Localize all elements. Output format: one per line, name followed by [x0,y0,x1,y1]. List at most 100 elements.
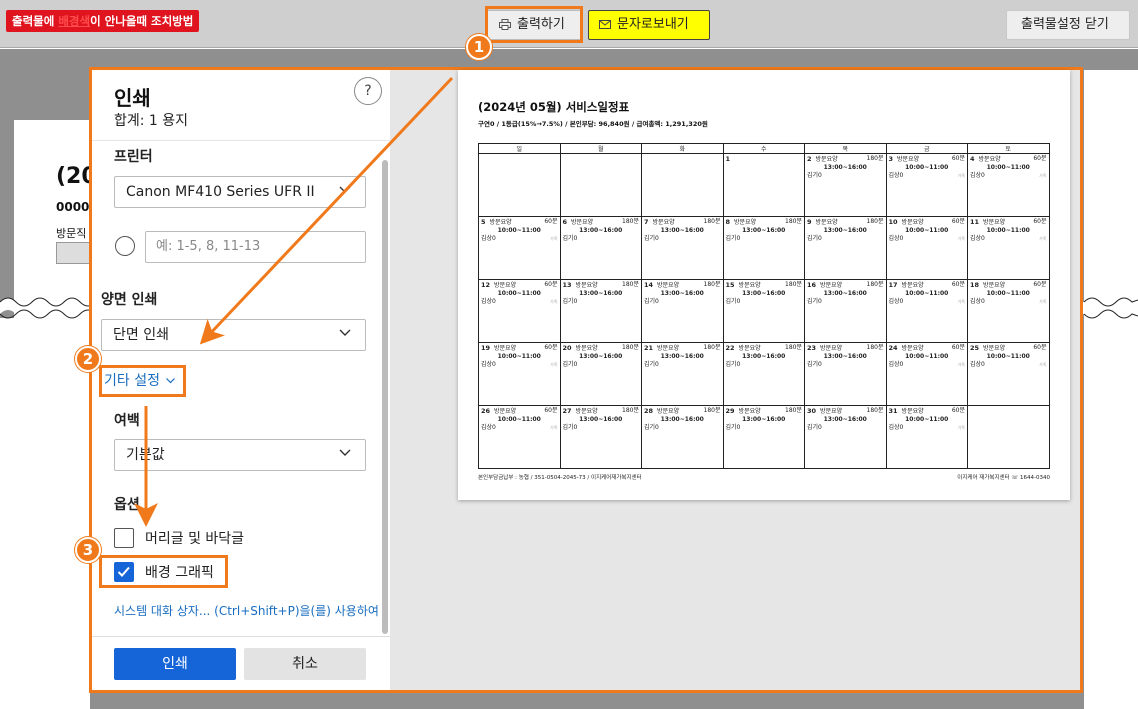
caregiver-name: 김기0 [644,297,659,305]
header-footer-checkbox[interactable] [114,528,134,548]
calendar-day-cell [641,153,724,217]
service-time: 10:00~11:00 [905,353,949,360]
service-type: 방문요양 [575,408,598,415]
caregiver-name: 김기0 [807,171,822,179]
cancel-button[interactable]: 취소 [244,648,366,680]
caregiver-row: 김상0 가족 [970,298,1047,306]
family-care-mark: 가족 [550,424,558,430]
background-page-number: 0000 [56,200,90,214]
step-2-badge: 2 [75,346,101,372]
calendar-day-cell: 28 방문요양 180분 13:00~16:00 김기0 [641,405,724,469]
day-number: 11 [970,218,980,226]
caregiver-name: 김상0 [888,297,904,305]
help-button[interactable]: ? [354,77,382,105]
service-minutes: 180분 [866,218,884,225]
caregiver-name: 김상0 [888,171,904,179]
service-type: 방문요양 [489,219,512,226]
day-number: 14 [644,281,654,289]
calendar-day-cell: 10 방문요양 60분 10:00~11:00 김상0 가족 [885,216,968,280]
header-divider [92,140,390,141]
calendar-day-cell: 16 방문요양 180분 13:00~16:00 김기0 [804,279,887,343]
calendar-day-cell: 15 방문요양 180분 13:00~16:00 김기0 [722,279,805,343]
send-sms-button[interactable]: 문자로보내기 [588,10,710,40]
background-color-help-link[interactable]: 출력물에 배경색이 안나올때 조치방법 [6,10,200,32]
service-time: 13:00~16:00 [579,227,623,234]
day-header: 26 방문요양 60분 [481,407,558,416]
background-page-lower [0,318,90,709]
day-header: 4 방문요양 60분 [970,155,1047,164]
settings-scrollbar[interactable] [382,160,388,634]
day-number: 13 [562,281,572,289]
service-minutes: 60분 [1033,344,1047,351]
day-number: 19 [481,344,491,352]
service-time: 10:00~11:00 [905,290,949,297]
checkmark-icon [117,566,130,577]
printer-label: 프린터 [114,149,153,165]
day-header: 1 [726,155,803,164]
service-minutes: 180분 [622,407,639,414]
day-header: 9 방문요양 180분 [807,218,884,227]
caregiver-name: 김기0 [807,423,822,431]
service-time: 13:00~16:00 [660,290,704,297]
day-header: 28 방문요양 180분 [644,407,721,416]
calendar-day-cell: 6 방문요양 180분 13:00~16:00 김기0 [559,216,642,280]
more-settings-toggle[interactable]: 기타 설정 [99,365,186,397]
service-minutes: 60분 [1033,155,1047,162]
service-minutes: 180분 [703,281,721,288]
caregiver-row: 김상0 가족 [889,361,966,369]
service-time: 10:00~11:00 [905,416,949,423]
caregiver-name: 김기0 [562,360,578,368]
service-minutes: 180분 [866,281,884,288]
calendar-day-cell: 17 방문요양 60분 10:00~11:00 김상0 가족 [885,279,968,343]
service-type: 방문요양 [983,282,1006,289]
day-header: 30 방문요양 180분 [807,407,884,416]
caregiver-row: 김상0 가족 [889,424,966,432]
caregiver-row: 김기0 [807,235,884,243]
print-submit-button[interactable]: 인쇄 [114,648,236,680]
day-header: 25 방문요양 60분 [970,344,1047,353]
service-minutes: 60분 [1033,281,1047,288]
day-header: 21 방문요양 180분 [644,344,721,353]
print-preview-sheet: (2024년 05월) 서비스일정표 구연0 / 1등급(15%→7.5%) /… [458,70,1070,500]
duplex-select[interactable]: 단면 인쇄 [101,319,366,351]
printer-select[interactable]: Canon MF410 Series UFR II [114,176,366,208]
family-care-mark: 가족 [550,298,558,304]
day-number: 3 [888,155,894,163]
margin-select[interactable]: 기본값 [114,439,366,471]
day-header: 11 방문요양 60분 [970,218,1047,227]
service-minutes: 180분 [703,218,721,225]
caregiver-row: 김상0 가족 [481,361,558,369]
service-time: 13:00~16:00 [742,227,786,234]
background-graphics-checkbox[interactable] [114,562,134,582]
custom-pages-radio[interactable] [115,236,135,256]
chevron-down-icon [339,329,351,336]
weekday-header: 토 [967,143,1050,154]
service-minutes: 60분 [951,281,965,288]
service-time: 13:00~16:00 [742,353,786,360]
family-care-mark: 가족 [1039,235,1047,241]
weekday-header: 금 [885,143,968,154]
service-type: 방문요양 [657,345,680,352]
caregiver-row: 김상0 가족 [889,235,966,243]
service-type: 방문요양 [652,219,675,226]
service-type: 방문요양 [575,345,598,352]
calendar-day-cell: 3 방문요양 60분 10:00~11:00 김상0 가족 [885,153,968,217]
day-header: 19 방문요양 60분 [481,344,558,353]
day-header: 5 방문요양 60분 [481,218,558,227]
day-number: 24 [888,344,898,352]
day-header: 2 방문요양 180분 [807,155,884,164]
custom-pages-input[interactable]: 예: 1-5, 8, 11-13 [145,231,366,263]
close-print-settings-button[interactable]: 출력물설정 닫기 [1006,10,1130,40]
calendar-day-cell: 8 방문요양 180분 13:00~16:00 김기0 [722,216,805,280]
caregiver-row: 김기0 [807,298,884,306]
calendar-day-cell: 5 방문요양 60분 10:00~11:00 김상0 가족 [478,216,561,280]
service-minutes: 180분 [785,407,802,414]
weekday-header: 화 [641,143,724,154]
calendar-day-cell: 29 방문요양 180분 13:00~16:00 김기0 [722,405,805,469]
sheet-count: 합계: 1 용지 [114,113,189,129]
system-dialog-link[interactable]: 시스템 대화 상자... (Ctrl+Shift+P)을(를) 사용하여 [114,602,386,619]
printer-select-value: Canon MF410 Series UFR II [126,184,315,200]
caregiver-name: 김상0 [481,423,496,431]
caregiver-name: 김기0 [644,360,659,368]
service-type: 방문요양 [657,282,680,289]
